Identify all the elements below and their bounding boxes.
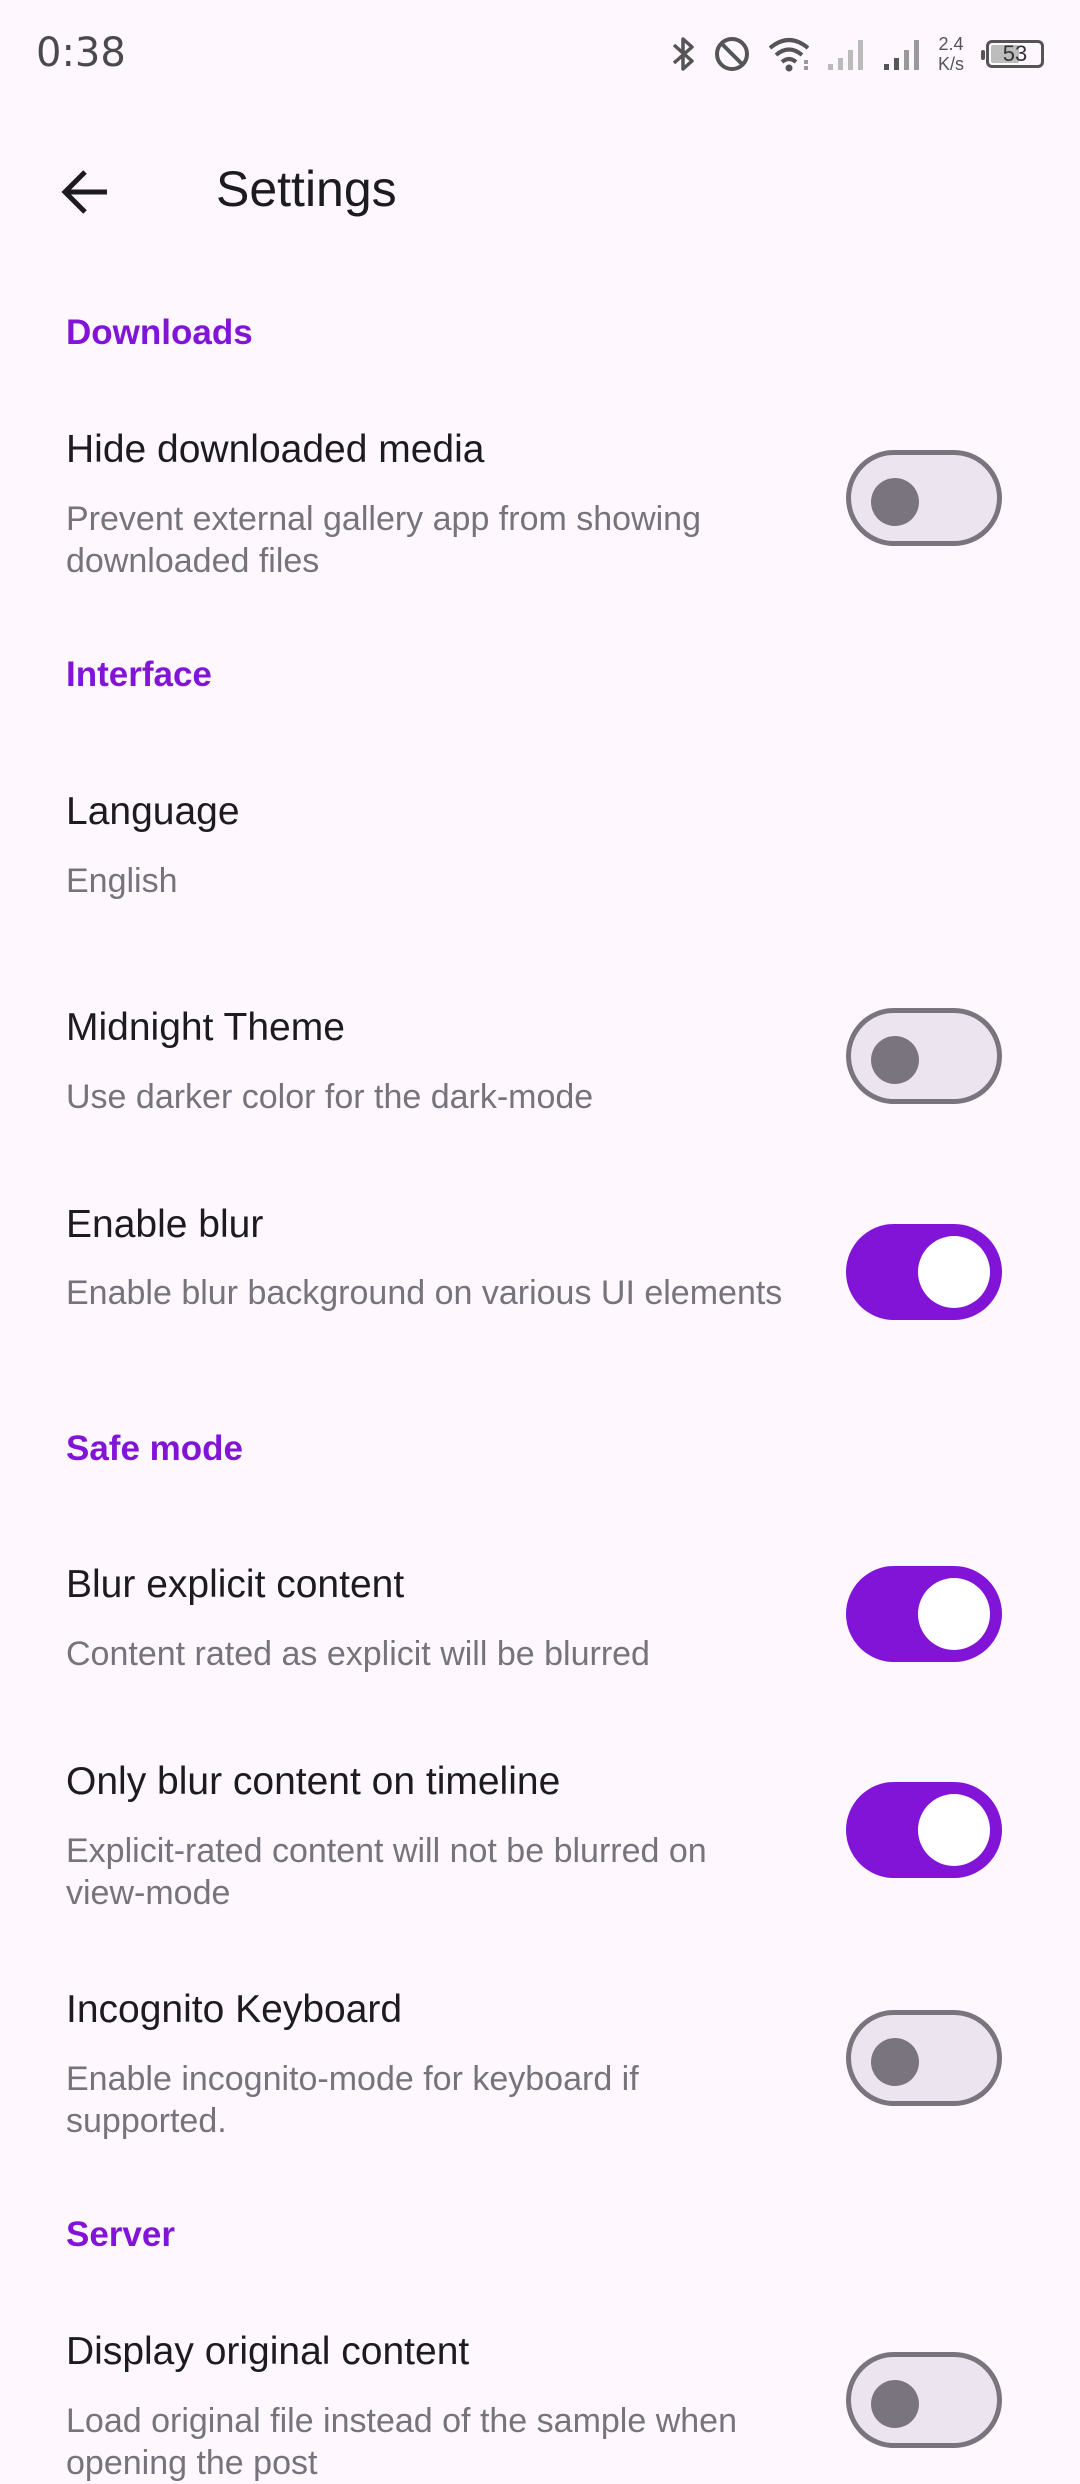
blur-timeline-toggle[interactable] <box>846 1782 1002 1878</box>
setting-title: Language <box>66 790 240 833</box>
midnight-theme-toggle[interactable] <box>846 1008 1002 1104</box>
setting-description: Load original file instead of the sample… <box>66 2402 737 2482</box>
setting-description: Prevent external gallery app from showin… <box>66 500 701 580</box>
wifi-icon <box>768 38 810 72</box>
blur-explicit-toggle[interactable] <box>846 1566 1002 1662</box>
setting-title: Midnight Theme <box>66 1006 345 1049</box>
setting-description: Enable incognito-mode for keyboard if su… <box>66 2060 639 2140</box>
battery-level: 53 <box>1002 41 1028 66</box>
network-speed: 2.4 K/s <box>938 34 964 74</box>
speed-unit: K/s <box>937 54 964 74</box>
setting-title: Enable blur <box>66 1203 264 1246</box>
setting-title: Hide downloaded media <box>66 428 485 471</box>
setting-title: Blur explicit content <box>66 1563 405 1606</box>
setting-description: Use darker color for the dark-mode <box>66 1078 594 1116</box>
setting-title: Display original content <box>66 2330 470 2373</box>
setting-title: Incognito Keyboard <box>66 1988 403 2031</box>
app-bar: Settings <box>0 130 1080 254</box>
signal-icon <box>883 40 919 70</box>
setting-value: English <box>66 862 178 900</box>
setting-description: Enable blur background on various UI ele… <box>66 1274 783 1312</box>
section-header-downloads: Downloads <box>66 313 253 352</box>
section-header-server: Server <box>66 2215 175 2254</box>
back-arrow-icon <box>61 170 107 214</box>
setting-title: Only blur content on timeline <box>66 1760 561 1803</box>
hide-downloaded-media-toggle[interactable] <box>846 450 1002 546</box>
bluetooth-icon <box>672 37 694 71</box>
signal-icon <box>827 40 863 70</box>
back-button[interactable] <box>40 152 130 232</box>
enable-blur-toggle[interactable] <box>846 1224 1002 1320</box>
section-header-interface: Interface <box>66 655 212 694</box>
battery-icon: 53 <box>981 40 1044 68</box>
status-bar: 0:38 2.4 K/s 53 <box>0 0 1080 104</box>
speed-value: 2.4 <box>938 34 964 54</box>
page-title: Settings <box>216 161 397 217</box>
setting-description: Content rated as explicit will be blurre… <box>66 1635 650 1673</box>
status-time: 0:38 <box>36 30 126 76</box>
incognito-keyboard-toggle[interactable] <box>846 2010 1002 2106</box>
do-not-disturb-icon <box>714 37 749 71</box>
setting-description: Explicit-rated content will not be blurr… <box>66 1832 707 1912</box>
status-icons: 2.4 K/s 53 <box>668 28 1044 80</box>
section-header-safe-mode: Safe mode <box>66 1429 243 1468</box>
display-original-toggle[interactable] <box>846 2352 1002 2448</box>
